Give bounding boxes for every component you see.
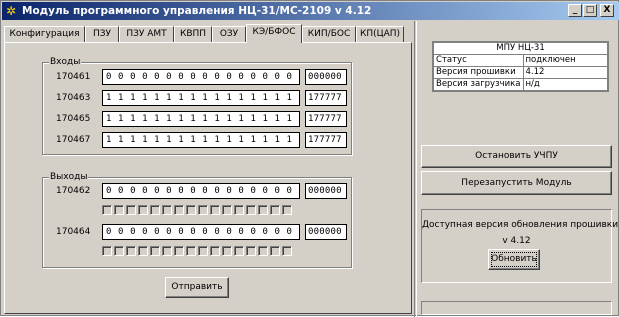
output-bit-checkbox[interactable] (150, 246, 160, 256)
tab-pzu[interactable]: ПЗУ (85, 26, 119, 42)
output-bit-checkbox[interactable] (198, 246, 208, 256)
output-bit-checkbox[interactable] (162, 246, 172, 256)
input-bits-field: 1 1 1 1 1 1 1 1 1 1 1 1 1 1 1 1 (102, 111, 300, 127)
status-table: МПУ НЦ-31 Статус подключен Версия прошив… (432, 41, 609, 92)
tab-ke-bfos[interactable]: КЭ/БФОС (246, 24, 302, 43)
output-octal-field[interactable]: 000000 (305, 183, 347, 199)
output-bit-checkbox[interactable] (174, 205, 184, 215)
outputs-group-title: Выходы (49, 171, 89, 183)
panel-divider (414, 21, 417, 317)
output-bit-checkbox[interactable] (138, 205, 148, 215)
bootloader-version-value: н/д (522, 78, 608, 91)
output-bit-checkbox[interactable] (186, 246, 196, 256)
tab-kvpp[interactable]: КВПП (174, 26, 212, 42)
stop-cnc-button[interactable]: Остановить УЧПУ (421, 145, 612, 168)
input-octal-field[interactable]: 177777 (305, 90, 347, 106)
title-bar[interactable]: ✲ Модуль программного управления НЦ-31/М… (2, 2, 619, 20)
output-checkbox-row (102, 205, 302, 216)
input-bits-field: 1 1 1 1 1 1 1 1 1 1 1 1 1 1 1 1 (102, 132, 300, 148)
update-available-text: Доступная версия обновления прошивки: (422, 220, 619, 230)
output-bit-checkbox[interactable] (186, 205, 196, 215)
input-address: 170467 (56, 135, 91, 145)
output-bit-checkbox[interactable] (234, 246, 244, 256)
window-title: Модуль программного управления НЦ-31/МС-… (22, 5, 372, 17)
output-bit-checkbox[interactable] (258, 246, 268, 256)
minimize-button[interactable]: _ (568, 4, 582, 17)
output-bit-checkbox[interactable] (138, 246, 148, 256)
output-bit-checkbox[interactable] (246, 205, 256, 215)
output-octal-field[interactable]: 000000 (305, 224, 347, 240)
table-row: Версия прошивки 4.12 (433, 66, 608, 79)
input-address: 170463 (56, 93, 91, 103)
input-octal-field[interactable]: 177777 (305, 132, 347, 148)
input-row: 170465 1 1 1 1 1 1 1 1 1 1 1 1 1 1 1 1 1… (56, 111, 351, 127)
output-bits-field: 0 0 0 0 0 0 0 0 0 0 0 0 0 0 0 0 (102, 224, 300, 240)
update-panel: Доступная версия обновления прошивки: v … (421, 209, 619, 283)
output-checkbox-row (102, 246, 302, 257)
output-bit-checkbox[interactable] (210, 246, 220, 256)
output-bit-checkbox[interactable] (246, 246, 256, 256)
update-button[interactable]: Обновить (488, 249, 540, 270)
input-row: 170461 0 0 0 0 0 0 0 0 0 0 0 0 0 0 0 0 0… (56, 69, 351, 85)
table-row: Статус подключен (433, 54, 608, 67)
output-bit-checkbox[interactable] (282, 246, 292, 256)
output-address: 170462 (56, 186, 91, 196)
tab-kp-dac[interactable]: КП(ЦАП) (356, 26, 404, 42)
output-bit-checkbox[interactable] (174, 246, 184, 256)
inputs-group: Входы 170461 0 0 0 0 0 0 0 0 0 0 0 0 0 0… (42, 56, 352, 155)
input-address: 170465 (56, 114, 91, 124)
output-bit-checkbox[interactable] (270, 246, 280, 256)
output-bit-checkbox[interactable] (126, 246, 136, 256)
close-button[interactable]: X (600, 4, 614, 17)
output-bit-checkbox[interactable] (102, 246, 112, 256)
status-table-header: МПУ НЦ-31 (433, 42, 608, 55)
output-bit-checkbox[interactable] (222, 246, 232, 256)
output-bits-field: 0 0 0 0 0 0 0 0 0 0 0 0 0 0 0 0 (102, 183, 300, 199)
update-version-text: v 4.12 (502, 236, 531, 246)
status-label: Статус (433, 54, 524, 67)
inputs-group-title: Входы (49, 56, 82, 68)
outputs-group: Выходы 170462 0 0 0 0 0 0 0 0 0 0 0 0 0 … (42, 171, 352, 268)
output-bit-checkbox[interactable] (114, 205, 124, 215)
input-row: 170467 1 1 1 1 1 1 1 1 1 1 1 1 1 1 1 1 1… (56, 132, 351, 148)
output-bit-checkbox[interactable] (270, 205, 280, 215)
output-bit-checkbox[interactable] (114, 246, 124, 256)
input-octal-field[interactable]: 177777 (305, 111, 347, 127)
firmware-version-label: Версия прошивки (433, 66, 524, 79)
output-address: 170464 (56, 227, 91, 237)
tab-ozu[interactable]: ОЗУ (212, 26, 246, 42)
maximize-button[interactable]: □ (583, 4, 597, 17)
app-window: ✲ Модуль программного управления НЦ-31/М… (0, 0, 619, 317)
bootloader-version-label: Версия загрузчика (433, 78, 524, 91)
output-bit-checkbox[interactable] (282, 205, 292, 215)
send-button[interactable]: Отправить (165, 277, 229, 298)
tab-kip-bos[interactable]: КИП/БОС (302, 26, 356, 42)
output-bit-checkbox[interactable] (102, 205, 112, 215)
output-bit-checkbox[interactable] (210, 205, 220, 215)
input-address: 170461 (56, 72, 91, 82)
output-bit-checkbox[interactable] (150, 205, 160, 215)
output-bit-checkbox[interactable] (162, 205, 172, 215)
output-bit-checkbox[interactable] (258, 205, 268, 215)
output-bit-checkbox[interactable] (126, 205, 136, 215)
app-icon: ✲ (6, 4, 17, 18)
output-bit-checkbox[interactable] (198, 205, 208, 215)
tab-config[interactable]: Конфигурация (4, 26, 85, 42)
input-bits-field: 1 1 1 1 1 1 1 1 1 1 1 1 1 1 1 1 (102, 90, 300, 106)
input-row: 170463 1 1 1 1 1 1 1 1 1 1 1 1 1 1 1 1 1… (56, 90, 351, 106)
output-row: 170462 0 0 0 0 0 0 0 0 0 0 0 0 0 0 0 0 0… (56, 183, 351, 199)
restart-module-button[interactable]: Перезапустить Модуль (421, 171, 612, 195)
firmware-version-value: 4.12 (522, 66, 608, 79)
output-row: 170464 0 0 0 0 0 0 0 0 0 0 0 0 0 0 0 0 0… (56, 224, 351, 240)
status-value: подключен (522, 54, 608, 67)
input-bits-field: 0 0 0 0 0 0 0 0 0 0 0 0 0 0 0 0 (102, 69, 300, 85)
tab-pzu-amt[interactable]: ПЗУ АМТ (119, 26, 174, 42)
output-bit-checkbox[interactable] (234, 205, 244, 215)
input-octal-field[interactable]: 000000 (305, 69, 347, 85)
output-bit-checkbox[interactable] (222, 205, 232, 215)
progress-bar (421, 301, 612, 315)
table-row: Версия загрузчика н/д (433, 78, 608, 91)
